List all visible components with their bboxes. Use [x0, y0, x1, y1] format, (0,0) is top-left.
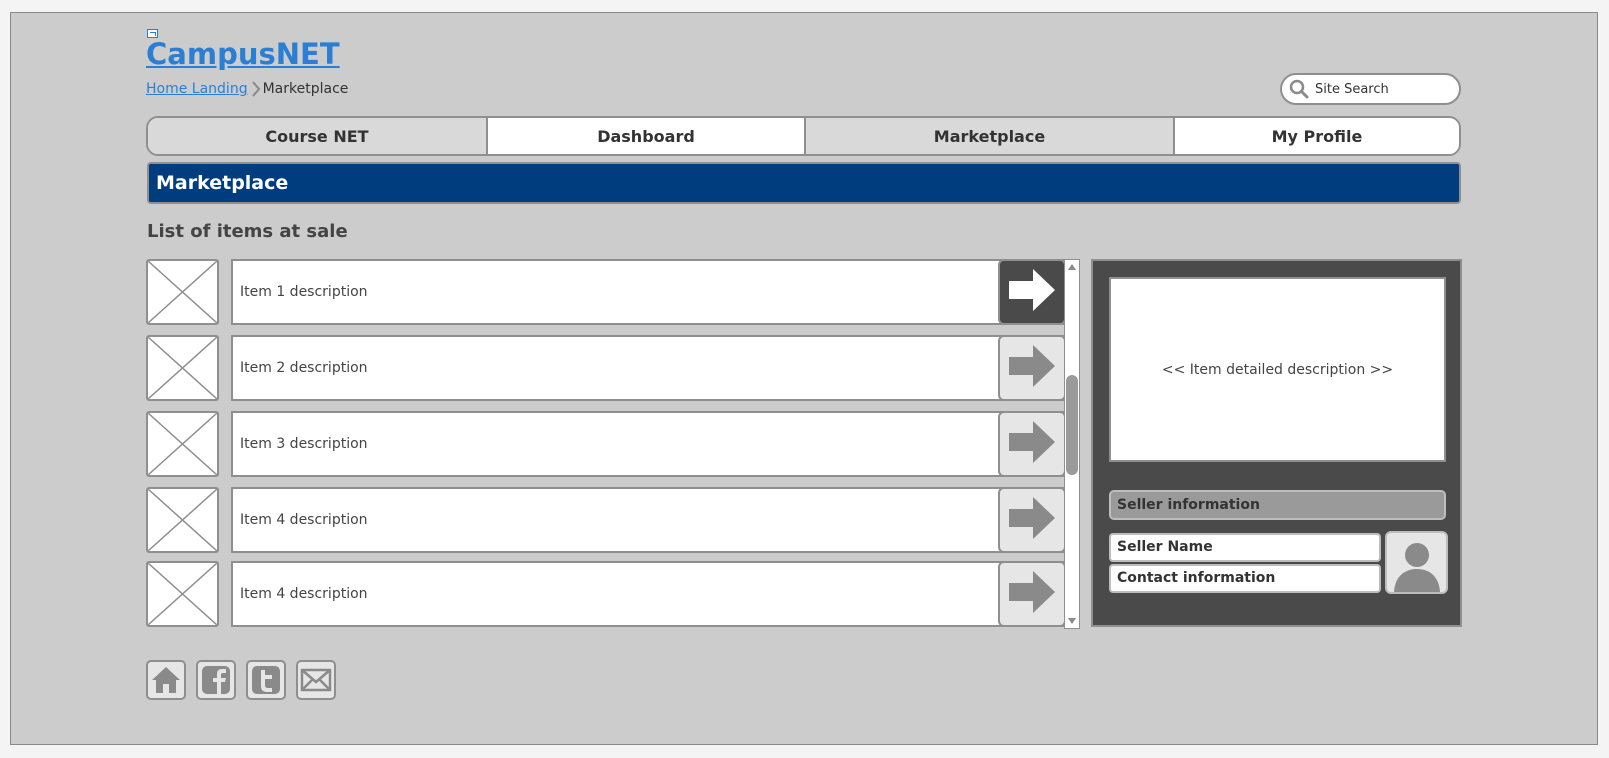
item-detail-panel: << Item detailed description >> Seller i…: [1091, 259, 1462, 627]
list-item[interactable]: Item 3 description: [146, 411, 1066, 477]
item-open-button[interactable]: [998, 335, 1066, 401]
scroll-up-icon[interactable]: [1065, 261, 1079, 273]
breadcrumb-home-link[interactable]: Home Landing: [146, 80, 248, 98]
item-image-placeholder: [146, 259, 219, 325]
page-title: Marketplace: [147, 162, 1461, 204]
item-description[interactable]: Item 4 description: [231, 487, 1066, 553]
social-links: [146, 660, 336, 700]
item-image-placeholder: [146, 561, 219, 627]
item-image-placeholder: [146, 411, 219, 477]
item-open-button[interactable]: [998, 411, 1066, 477]
list-item[interactable]: Item 4 description: [146, 561, 1066, 627]
item-open-button[interactable]: [998, 259, 1066, 325]
item-open-button[interactable]: [998, 487, 1066, 553]
seller-name: Seller Name: [1109, 533, 1381, 562]
site-logo[interactable]: CampusNET: [146, 34, 340, 74]
arrow-right-icon: [1007, 266, 1057, 318]
breadcrumb-current: Marketplace: [262, 81, 349, 97]
seller-contact: Contact information: [1109, 564, 1381, 593]
tab-my-profile[interactable]: My Profile: [1173, 118, 1459, 154]
avatar: [1385, 531, 1448, 594]
facebook-icon: [201, 665, 231, 695]
email-icon: [300, 666, 332, 694]
item-image-placeholder: [146, 335, 219, 401]
email-link-button[interactable]: [296, 660, 336, 700]
arrow-right-icon: [1007, 494, 1057, 546]
item-detail-description: << Item detailed description >>: [1109, 277, 1446, 462]
arrow-right-icon: [1007, 568, 1057, 620]
list-title: List of items at sale: [147, 221, 348, 242]
twitter-icon: [251, 665, 281, 695]
twitter-link-button[interactable]: [246, 660, 286, 700]
tab-marketplace[interactable]: Marketplace: [804, 118, 1173, 154]
item-description[interactable]: Item 1 description: [231, 259, 1066, 325]
scroll-thumb[interactable]: [1066, 375, 1078, 475]
home-icon: [151, 665, 181, 695]
item-list: Item 1 description Item 2 description It…: [146, 259, 1078, 629]
tab-course-net[interactable]: Course NET: [148, 118, 486, 154]
item-description[interactable]: Item 2 description: [231, 335, 1066, 401]
item-description[interactable]: Item 3 description: [231, 411, 1066, 477]
chevron-right-icon: [251, 81, 261, 97]
list-scrollbar[interactable]: [1064, 259, 1080, 629]
item-image-placeholder: [146, 487, 219, 553]
tab-dashboard[interactable]: Dashboard: [486, 118, 804, 154]
list-item[interactable]: Item 4 description: [146, 487, 1066, 553]
facebook-link-button[interactable]: [196, 660, 236, 700]
list-item[interactable]: Item 1 description: [146, 259, 1066, 325]
search-icon: [1289, 79, 1309, 99]
search-input[interactable]: [1315, 81, 1445, 97]
list-item[interactable]: Item 2 description: [146, 335, 1066, 401]
seller-info-header: Seller information: [1109, 490, 1446, 520]
user-avatar-icon: [1392, 540, 1442, 592]
home-link-button[interactable]: [146, 660, 186, 700]
breadcrumb: Home Landing Marketplace: [146, 80, 348, 98]
item-description[interactable]: Item 4 description: [231, 561, 1066, 627]
arrow-right-icon: [1007, 418, 1057, 470]
item-open-button[interactable]: [998, 561, 1066, 627]
arrow-right-icon: [1007, 342, 1057, 394]
scroll-down-icon[interactable]: [1065, 615, 1079, 627]
site-search[interactable]: [1280, 73, 1461, 105]
main-nav: Course NET Dashboard Marketplace My Prof…: [146, 116, 1461, 156]
